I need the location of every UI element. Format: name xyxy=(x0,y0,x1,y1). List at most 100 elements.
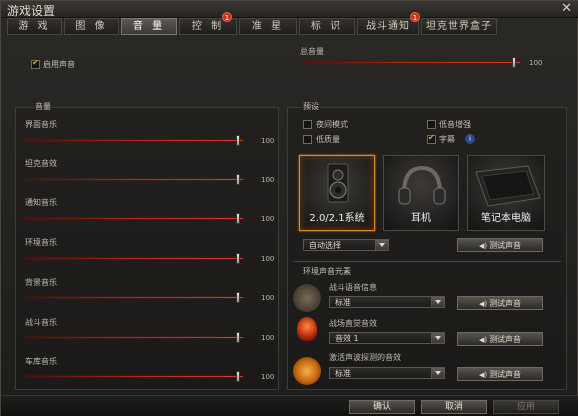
env-sound-title: 环境声音元素 xyxy=(303,267,351,276)
low-quality-checkbox[interactable] xyxy=(303,135,312,144)
speaker-small-icon: ◀) xyxy=(478,336,488,344)
env-item-label: 战斗语音信息 xyxy=(329,283,377,292)
tab-graphics[interactable]: 图 像 xyxy=(64,18,119,35)
device-label: 笔记本电脑 xyxy=(481,213,531,224)
chevron-down-icon[interactable] xyxy=(431,297,444,307)
garage-music-value: 100 xyxy=(261,373,275,381)
slider-label-tank-sfx: 坦克音效 xyxy=(25,159,57,168)
slider-thumb[interactable] xyxy=(236,332,240,343)
tab-markers[interactable]: 标 识 xyxy=(299,18,355,35)
master-volume-label: 总音量 xyxy=(300,47,324,56)
test-sound-button[interactable]: ◀) 测试声音 xyxy=(457,296,543,310)
bass-boost-checkbox[interactable] xyxy=(427,120,436,129)
tab-controls[interactable]: 控 制1 xyxy=(179,12,237,35)
settings-window: 游戏设置 ✕ 游 戏 图 像 音 量 控 制1 准 星 标 识 战斗通知 1 坦克… xyxy=(0,0,578,416)
env-item-label: 激活声波探测的音效 xyxy=(329,353,401,362)
ui-music-value: 100 xyxy=(261,137,275,145)
device-label: 2.0/2.1系统 xyxy=(309,213,365,224)
slider-thumb[interactable] xyxy=(236,371,240,382)
sixth-sense-select[interactable]: 音效 1 xyxy=(329,332,445,344)
volume-panel xyxy=(15,107,279,390)
night-mode-label: 夜间模式 xyxy=(316,120,348,129)
master-volume-slider[interactable] xyxy=(300,57,520,68)
slider-thumb[interactable] xyxy=(236,292,240,303)
speaker-small-icon: ◀) xyxy=(478,300,488,308)
cancel-button[interactable]: 取消 xyxy=(421,400,487,414)
device-card-headphones[interactable]: 耳机 xyxy=(383,155,459,231)
slider-thumb[interactable] xyxy=(512,57,516,68)
ambient-music-slider[interactable] xyxy=(25,253,243,264)
window-title: 游戏设置 xyxy=(7,4,56,18)
output-auto-select[interactable]: 自动选择 xyxy=(303,239,389,251)
device-card-laptop[interactable]: 笔记本电脑 xyxy=(467,155,545,231)
slider-thumb[interactable] xyxy=(236,174,240,185)
device-card-speakers[interactable]: 2.0/2.1系统 xyxy=(299,155,375,231)
info-icon[interactable]: i xyxy=(465,134,475,144)
radar-icon xyxy=(293,357,321,385)
tab-crosshair[interactable]: 准 星 xyxy=(239,18,297,35)
background-music-value: 100 xyxy=(261,294,275,302)
subtitles-checkbox[interactable] xyxy=(427,133,436,144)
volume-panel-title: 音量 xyxy=(35,102,51,111)
sound-settings: 启用声音 总音量 100 音量 界面音乐 100 坦克音效 100 通知音乐 1… xyxy=(15,39,567,390)
notification-music-slider[interactable] xyxy=(25,213,243,224)
test-sound-button[interactable]: ◀) 测试声音 xyxy=(457,238,543,252)
notification-badge: 1 xyxy=(410,12,420,22)
title-bar: 游戏设置 ✕ xyxy=(1,1,578,18)
speaker-small-icon: ◀) xyxy=(478,242,488,250)
apply-button[interactable]: 应用 xyxy=(493,400,559,414)
divider xyxy=(293,261,561,262)
headphones-icon xyxy=(398,165,446,205)
env-item-label: 战场直觉音效 xyxy=(329,319,377,328)
tab-sound[interactable]: 音 量 xyxy=(121,18,177,35)
enable-sound-label: 启用声音 xyxy=(43,60,75,69)
bass-boost-label: 低音增强 xyxy=(439,120,471,129)
slider-label-ui-music: 界面音乐 xyxy=(25,120,57,129)
ui-music-slider[interactable] xyxy=(25,135,243,146)
garage-music-slider[interactable] xyxy=(25,371,243,382)
dialog-footer: 确认 取消 应用 xyxy=(1,395,578,416)
slider-thumb[interactable] xyxy=(236,135,240,146)
tank-sfx-value: 100 xyxy=(261,176,275,184)
presets-title: 预设 xyxy=(303,102,319,111)
slider-label-ambient-music: 环境音乐 xyxy=(25,238,57,247)
chevron-down-icon[interactable] xyxy=(431,333,444,343)
test-sound-button[interactable]: ◀) 测试声音 xyxy=(457,367,543,381)
chevron-down-icon[interactable] xyxy=(375,240,388,250)
tab-battle-notifications[interactable]: 战斗通知 1 xyxy=(357,12,420,35)
speaker-small-icon: ◀) xyxy=(478,371,488,379)
device-label: 耳机 xyxy=(411,213,431,224)
ambient-music-value: 100 xyxy=(261,255,275,263)
tank-sfx-slider[interactable] xyxy=(25,174,243,185)
notification-badge: 1 xyxy=(222,12,232,22)
slider-label-battle-music: 战斗音乐 xyxy=(25,318,57,327)
subtitles-label: 字幕 xyxy=(439,135,455,144)
slider-label-background-music: 背景音乐 xyxy=(25,278,57,287)
crew-icon xyxy=(293,284,321,312)
enable-sound-checkbox[interactable] xyxy=(31,58,40,69)
slider-thumb[interactable] xyxy=(236,213,240,224)
tab-bar: 游 戏 图 像 音 量 控 制1 准 星 标 识 战斗通知 1 坦克世界盒子 xyxy=(7,12,573,35)
sonar-sound-select[interactable]: 标准 xyxy=(329,367,445,379)
tab-wot-box[interactable]: 坦克世界盒子 xyxy=(421,18,497,35)
tab-game[interactable]: 游 戏 xyxy=(7,18,62,35)
slider-track xyxy=(300,62,520,63)
background-music-slider[interactable] xyxy=(25,292,243,303)
night-mode-checkbox[interactable] xyxy=(303,120,312,129)
laptop-icon xyxy=(475,165,541,207)
low-quality-label: 低质量 xyxy=(316,135,340,144)
speaker-icon xyxy=(327,163,349,203)
slider-label-notification-music: 通知音乐 xyxy=(25,198,57,207)
ok-button[interactable]: 确认 xyxy=(349,400,415,414)
battle-voice-select[interactable]: 标准 xyxy=(329,296,445,308)
chevron-down-icon[interactable] xyxy=(431,368,444,378)
notification-music-value: 100 xyxy=(261,215,275,223)
slider-label-garage-music: 车库音乐 xyxy=(25,357,57,366)
battle-music-value: 100 xyxy=(261,334,275,342)
master-volume-value: 100 xyxy=(529,59,543,67)
close-icon[interactable]: ✕ xyxy=(561,1,572,16)
battle-music-slider[interactable] xyxy=(25,332,243,343)
lightbulb-icon xyxy=(297,317,317,341)
test-sound-button[interactable]: ◀) 测试声音 xyxy=(457,332,543,346)
slider-thumb[interactable] xyxy=(236,253,240,264)
